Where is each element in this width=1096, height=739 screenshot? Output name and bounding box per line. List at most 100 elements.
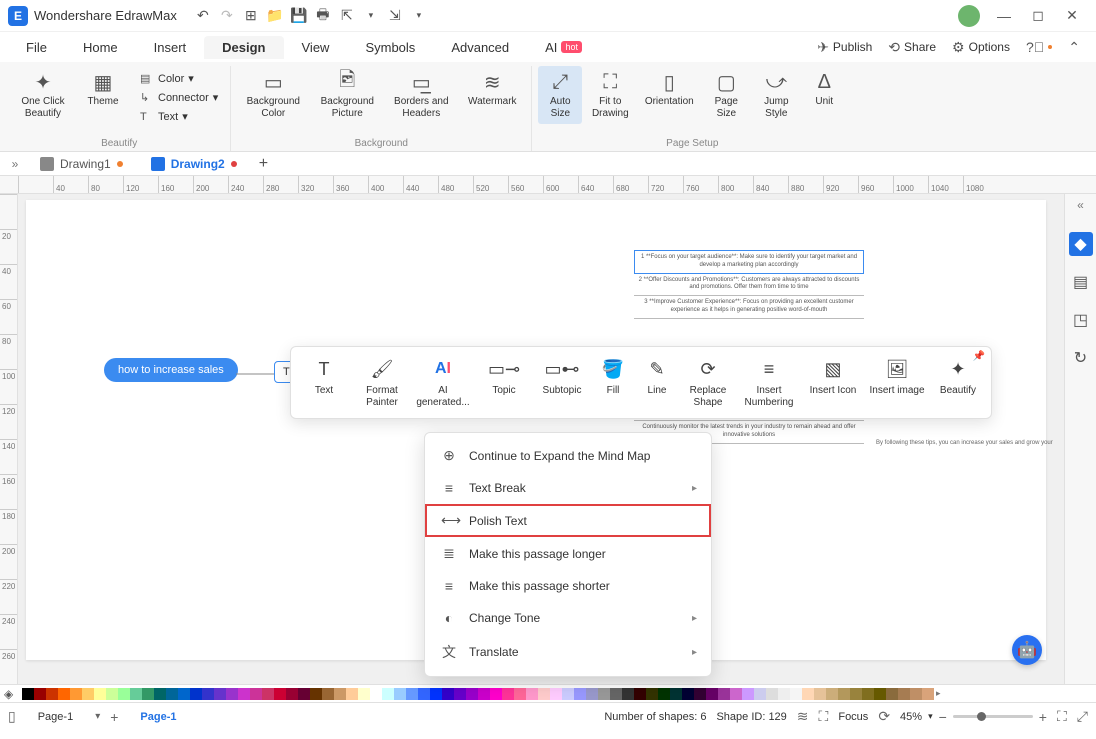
pin-icon[interactable]: 📌 — [973, 351, 985, 362]
color-swatch[interactable] — [634, 688, 646, 700]
focus-label[interactable]: Focus — [838, 711, 868, 723]
color-swatch[interactable] — [154, 688, 166, 700]
palette-more[interactable]: ▸ — [936, 688, 946, 699]
color-swatch[interactable] — [202, 688, 214, 700]
fit-window-icon[interactable]: ⛶ — [1057, 708, 1067, 725]
share-button[interactable]: ⟲Share — [880, 39, 944, 56]
zoom-out-button[interactable]: − — [939, 709, 947, 725]
insert-numbering-button[interactable]: ≡Insert Numbering — [737, 353, 801, 412]
ai-chat-button[interactable]: 🤖 — [1012, 635, 1042, 665]
color-swatch[interactable] — [382, 688, 394, 700]
color-swatch[interactable] — [598, 688, 610, 700]
color-swatch[interactable] — [334, 688, 346, 700]
fullscreen-icon[interactable]: ⤢ — [1077, 708, 1088, 725]
bgpic-button[interactable]: 🖻Background Picture — [311, 66, 383, 124]
qat-dropdown-2[interactable]: ▾ — [409, 6, 429, 26]
menu-home[interactable]: Home — [65, 36, 136, 59]
color-swatch[interactable] — [850, 688, 862, 700]
options-button[interactable]: ⚙Options — [944, 39, 1018, 56]
pagesize-button[interactable]: ▢Page Size — [702, 66, 750, 124]
color-swatch[interactable] — [574, 688, 586, 700]
doc-tab-drawing2[interactable]: Drawing2 — [137, 152, 251, 176]
color-swatch[interactable] — [622, 688, 634, 700]
color-swatch[interactable] — [742, 688, 754, 700]
color-swatch[interactable] — [106, 688, 118, 700]
color-swatch[interactable] — [898, 688, 910, 700]
color-swatch[interactable] — [550, 688, 562, 700]
color-swatch[interactable] — [730, 688, 742, 700]
text-button[interactable]: TText ▾ — [134, 108, 224, 125]
color-swatch[interactable] — [814, 688, 826, 700]
color-swatch[interactable] — [22, 688, 34, 700]
doc-tab-drawing1[interactable]: Drawing1 — [26, 152, 137, 176]
color-button[interactable]: ▤Color ▾ — [134, 70, 224, 87]
color-swatch[interactable] — [802, 688, 814, 700]
close-button[interactable]: ✕ — [1056, 4, 1088, 28]
color-swatch[interactable] — [910, 688, 922, 700]
color-swatch[interactable] — [562, 688, 574, 700]
collapse-ribbon-button[interactable]: ⌃ — [1060, 39, 1088, 56]
color-swatch[interactable] — [922, 688, 934, 700]
color-swatch[interactable] — [142, 688, 154, 700]
color-swatch[interactable] — [406, 688, 418, 700]
color-swatch[interactable] — [82, 688, 94, 700]
color-swatch[interactable] — [46, 688, 58, 700]
unit-button[interactable]: ΔUnit — [802, 66, 846, 112]
color-swatch[interactable] — [118, 688, 130, 700]
help-button[interactable]: ?⃝ — [1018, 39, 1060, 55]
comments-panel-button[interactable]: ◳ — [1069, 308, 1093, 332]
color-swatch[interactable] — [766, 688, 778, 700]
zoom-value[interactable]: 45% — [900, 711, 922, 723]
color-swatch[interactable] — [754, 688, 766, 700]
focus-icon[interactable]: ⛶ — [819, 708, 829, 725]
save-button[interactable]: 💾 — [289, 6, 309, 26]
color-swatch[interactable] — [526, 688, 538, 700]
undo-button[interactable]: ↶ — [193, 6, 213, 26]
oneclick-beautify-button[interactable]: ✦One Click Beautify — [14, 66, 72, 124]
color-swatch[interactable] — [370, 688, 382, 700]
mindmap-root-node[interactable]: how to increase sales — [104, 358, 238, 382]
menu-advanced[interactable]: Advanced — [433, 36, 527, 59]
zoom-in-button[interactable]: + — [1039, 709, 1047, 725]
export-button[interactable]: ⇱ — [337, 6, 357, 26]
color-swatch[interactable] — [658, 688, 670, 700]
color-swatch[interactable] — [250, 688, 262, 700]
ai-generated-button[interactable]: AIAI generated... — [411, 353, 475, 412]
properties-panel-button[interactable]: ◆ — [1069, 232, 1093, 256]
color-swatch[interactable] — [826, 688, 838, 700]
history-panel-button[interactable]: ↻ — [1069, 346, 1093, 370]
outline-panel-button[interactable]: ▤ — [1069, 270, 1093, 294]
color-swatch[interactable] — [226, 688, 238, 700]
color-swatch[interactable] — [694, 688, 706, 700]
theme-button[interactable]: ▦Theme — [74, 66, 132, 112]
color-swatch[interactable] — [514, 688, 526, 700]
color-swatch[interactable] — [670, 688, 682, 700]
insert-icon-button[interactable]: ▧Insert Icon — [801, 353, 865, 412]
page-layout-icon[interactable]: ▯ — [8, 708, 16, 725]
color-swatch[interactable] — [94, 688, 106, 700]
color-swatch[interactable] — [322, 688, 334, 700]
new-button[interactable]: ⊞ — [241, 6, 261, 26]
color-swatch[interactable] — [502, 688, 514, 700]
menu-make-longer[interactable]: ≣Make this passage longer — [425, 537, 711, 570]
color-swatch[interactable] — [646, 688, 658, 700]
collapse-sidebar-icon[interactable]: « — [1077, 198, 1084, 212]
layers-icon[interactable]: ≋ — [797, 708, 809, 725]
color-swatch[interactable] — [190, 688, 202, 700]
color-swatch[interactable] — [238, 688, 250, 700]
open-button[interactable]: 📁 — [265, 6, 285, 26]
menu-translate[interactable]: 文Translate▸ — [425, 634, 711, 670]
import-button[interactable]: ⇲ — [385, 6, 405, 26]
expand-tabs-icon[interactable]: » — [4, 157, 26, 171]
color-swatch[interactable] — [262, 688, 274, 700]
format-painter-button[interactable]: 🖌Format Painter — [353, 353, 411, 412]
color-swatch[interactable] — [838, 688, 850, 700]
color-swatch[interactable] — [358, 688, 370, 700]
color-swatch[interactable] — [478, 688, 490, 700]
insert-image-button[interactable]: 🖼Insert image — [865, 353, 929, 412]
menu-file[interactable]: File — [8, 36, 65, 59]
menu-make-shorter[interactable]: ≡Make this passage shorter — [425, 570, 711, 602]
color-swatch[interactable] — [682, 688, 694, 700]
menu-view[interactable]: View — [284, 36, 348, 59]
publish-button[interactable]: ✈Publish — [809, 39, 880, 56]
